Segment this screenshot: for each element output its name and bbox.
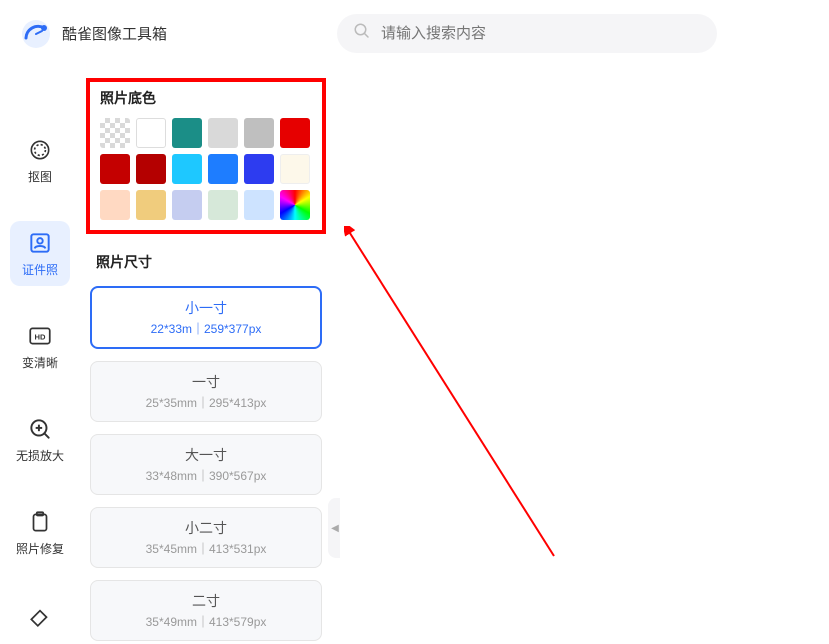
zoom-in-icon [26, 415, 54, 443]
size-dims: 22*33m｜259*377px [102, 320, 310, 337]
header: 酷雀图像工具箱 [0, 0, 829, 68]
search-icon [353, 22, 371, 45]
color-swatch[interactable] [136, 190, 166, 220]
size-list: 小一寸 22*33m｜259*377px 一寸 25*35mm｜295*413px 大一… [90, 286, 322, 644]
color-swatch[interactable] [172, 118, 202, 148]
app-title: 酷雀图像工具箱 [62, 23, 167, 44]
size-dims: 25*35mm｜295*413px [101, 394, 311, 411]
sidebar-item-enhance[interactable]: HD 变清晰 [10, 314, 70, 379]
sidebar-item-label: 无损放大 [16, 447, 64, 464]
color-swatch[interactable] [244, 118, 274, 148]
color-swatch[interactable] [100, 118, 130, 148]
size-title: 照片尺寸 [96, 252, 322, 272]
color-swatch[interactable] [280, 190, 310, 220]
color-swatch[interactable] [172, 154, 202, 184]
color-swatch[interactable] [208, 118, 238, 148]
size-section: 照片尺寸 小一寸 22*33m｜259*377px 一寸 25*35mm｜295*41… [86, 252, 326, 644]
size-name: 小二寸 [101, 518, 311, 538]
sidebar-item-restore[interactable]: 照片修复 [10, 500, 70, 565]
size-name: 二寸 [101, 591, 311, 611]
cutout-icon [26, 136, 54, 164]
size-name: 大一寸 [101, 445, 311, 465]
color-swatch[interactable] [100, 190, 130, 220]
size-dims: 33*48mm｜390*567px [101, 467, 311, 484]
sidebar-item-idphoto[interactable]: 证件照 [10, 221, 70, 286]
svg-text:HD: HD [35, 332, 46, 341]
sidebar-item-label: 抠图 [28, 168, 52, 185]
sidebar-item-label: 照片修复 [16, 540, 64, 557]
app-logo [20, 18, 52, 50]
size-dims: 35*49mm｜413*579px [101, 613, 311, 630]
sidebar-item-label: 证件照 [22, 261, 58, 278]
chevron-left-icon: ◀ [331, 523, 339, 534]
color-swatch[interactable] [280, 154, 310, 184]
collapse-handle[interactable]: ◀ [328, 498, 340, 558]
color-section-highlight: 照片底色 [86, 78, 326, 234]
color-swatch[interactable] [136, 154, 166, 184]
idphoto-icon [26, 229, 54, 257]
color-swatch-grid [100, 118, 312, 220]
sidebar: 抠图 证件照 HD 变清晰 无损放大 照片修复 [0, 68, 80, 644]
bg-color-title: 照片底色 [100, 88, 312, 108]
color-swatch[interactable] [136, 118, 166, 148]
sidebar-item-cutout[interactable]: 抠图 [10, 128, 70, 193]
size-dims: 35*45mm｜413*531px [101, 540, 311, 557]
main: 抠图 证件照 HD 变清晰 无损放大 照片修复 [0, 68, 829, 644]
size-name: 一寸 [101, 372, 311, 392]
size-option[interactable]: 一寸 25*35mm｜295*413px [90, 361, 322, 422]
color-swatch[interactable] [244, 154, 274, 184]
panel: 照片底色 照片尺寸 小一寸 22*33m｜259*377px 一寸 25*35mm｜2… [80, 68, 340, 644]
search-input[interactable] [381, 25, 701, 42]
size-option[interactable]: 小二寸 35*45mm｜413*531px [90, 507, 322, 568]
color-swatch[interactable] [172, 190, 202, 220]
color-swatch[interactable] [100, 154, 130, 184]
search-box[interactable] [337, 14, 717, 53]
restore-icon [26, 508, 54, 536]
size-option[interactable]: 小一寸 22*33m｜259*377px [90, 286, 322, 349]
color-swatch[interactable] [280, 118, 310, 148]
eraser-icon [26, 601, 54, 629]
size-name: 小一寸 [102, 298, 310, 318]
sidebar-item-label: 变清晰 [22, 354, 58, 371]
sidebar-item-more[interactable] [10, 593, 70, 637]
hd-icon: HD [26, 322, 54, 350]
color-swatch[interactable] [208, 190, 238, 220]
size-option[interactable]: 二寸 35*49mm｜413*579px [90, 580, 322, 641]
size-option[interactable]: 大一寸 33*48mm｜390*567px [90, 434, 322, 495]
color-swatch[interactable] [208, 154, 238, 184]
sidebar-item-upscale[interactable]: 无损放大 [10, 407, 70, 472]
color-swatch[interactable] [244, 190, 274, 220]
